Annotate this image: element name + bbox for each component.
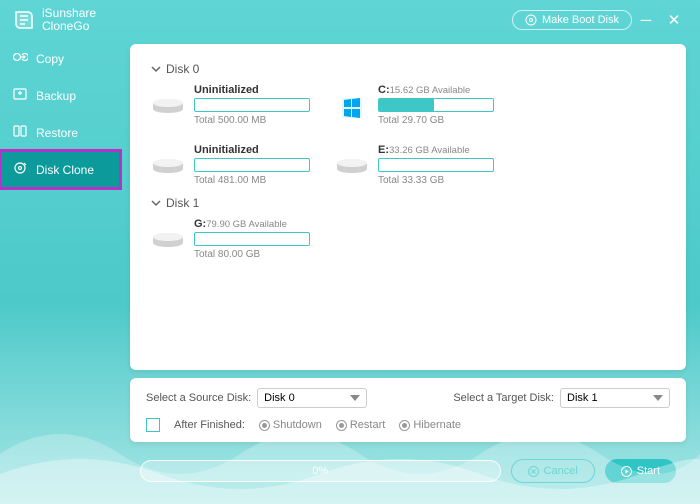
sidebar-item-label: Copy: [36, 52, 64, 66]
source-disk-label: Select a Source Disk:: [146, 392, 251, 404]
windows-icon: [334, 96, 370, 120]
restore-icon: [12, 123, 28, 142]
radio-dot-icon: [399, 420, 410, 431]
hdd-icon: [150, 96, 186, 120]
minimize-button[interactable]: ─: [632, 6, 660, 34]
title-bar: iSunshareCloneGo Make Boot Disk ─ ✕: [0, 0, 700, 40]
radio-label: Restart: [350, 419, 385, 431]
partition[interactable]: G:79.90 GB Available Total 80.00 GB: [150, 218, 310, 260]
chevron-down-icon: [150, 63, 162, 75]
partition-total: Total 29.70 GB: [378, 115, 494, 126]
make-boot-disk-button[interactable]: Make Boot Disk: [512, 10, 632, 30]
disk-header[interactable]: Disk 1: [150, 196, 666, 210]
partition-total: Total 481.00 MB: [194, 175, 310, 186]
usage-bar: [194, 98, 310, 112]
disk-name: Disk 0: [166, 62, 199, 76]
usage-bar: [194, 232, 310, 246]
sidebar-item-label: Restore: [36, 126, 78, 140]
usage-bar: [378, 98, 494, 112]
footer-bar: 0% Cancel Start: [130, 448, 686, 494]
backup-icon: [12, 86, 28, 105]
partition[interactable]: Uninitialized Total 500.00 MB: [150, 84, 310, 126]
app-logo: iSunshareCloneGo: [12, 7, 96, 33]
sidebar-item-restore[interactable]: Restore: [0, 114, 120, 151]
partition-label: E:33.26 GB Available: [378, 144, 494, 156]
after-finished-label: After Finished:: [174, 419, 245, 431]
hdd-icon: [150, 230, 186, 254]
clone-icon: [12, 160, 28, 179]
sidebar: Copy Backup Restore Disk Clone: [0, 40, 120, 504]
partition[interactable]: C:15.62 GB Available Total 29.70 GB: [334, 84, 494, 126]
radio-dot-icon: [259, 420, 270, 431]
sidebar-item-disk-clone[interactable]: Disk Clone: [0, 151, 120, 188]
source-disk-select[interactable]: Disk 0: [257, 388, 367, 408]
partition-label: Uninitialized: [194, 144, 310, 156]
disk-panel: Disk 0 Uninitialized Total 500.00 MB C:15.6…: [130, 44, 686, 370]
after-finished-checkbox[interactable]: [146, 418, 160, 432]
disk-header[interactable]: Disk 0: [150, 62, 666, 76]
radio-label: Hibernate: [413, 419, 461, 431]
partition-label: C:15.62 GB Available: [378, 84, 494, 96]
logo-icon: [12, 8, 36, 32]
radio-label: Shutdown: [273, 419, 322, 431]
copy-icon: [12, 49, 28, 68]
disc-icon: [525, 14, 537, 26]
partition-label: Uninitialized: [194, 84, 310, 96]
hdd-icon: [150, 156, 186, 180]
cancel-icon: [528, 466, 539, 477]
close-button[interactable]: ✕: [660, 6, 688, 34]
target-disk-select[interactable]: Disk 1: [560, 388, 670, 408]
radio-shutdown[interactable]: Shutdown: [259, 419, 322, 431]
partition[interactable]: Uninitialized Total 481.00 MB: [150, 144, 310, 186]
disk-name: Disk 1: [166, 196, 199, 210]
radio-restart[interactable]: Restart: [336, 419, 385, 431]
partition-total: Total 80.00 GB: [194, 249, 310, 260]
usage-bar: [378, 158, 494, 172]
play-icon: [621, 466, 632, 477]
partition-total: Total 500.00 MB: [194, 115, 310, 126]
target-disk-label: Select a Target Disk:: [453, 392, 554, 404]
hdd-icon: [334, 156, 370, 180]
start-button[interactable]: Start: [605, 459, 676, 483]
radio-hibernate[interactable]: Hibernate: [399, 419, 461, 431]
sidebar-item-backup[interactable]: Backup: [0, 77, 120, 114]
usage-bar: [194, 158, 310, 172]
sidebar-item-label: Disk Clone: [36, 163, 94, 177]
partition-label: G:79.90 GB Available: [194, 218, 310, 230]
cancel-button[interactable]: Cancel: [511, 459, 595, 483]
chevron-down-icon: [150, 197, 162, 209]
selector-panel: Select a Source Disk: Disk 0 Select a Ta…: [130, 378, 686, 442]
partition[interactable]: E:33.26 GB Available Total 33.33 GB: [334, 144, 494, 186]
sidebar-item-copy[interactable]: Copy: [0, 40, 120, 77]
progress-bar: 0%: [140, 460, 501, 482]
radio-dot-icon: [336, 420, 347, 431]
sidebar-item-label: Backup: [36, 89, 76, 103]
partition-total: Total 33.33 GB: [378, 175, 494, 186]
